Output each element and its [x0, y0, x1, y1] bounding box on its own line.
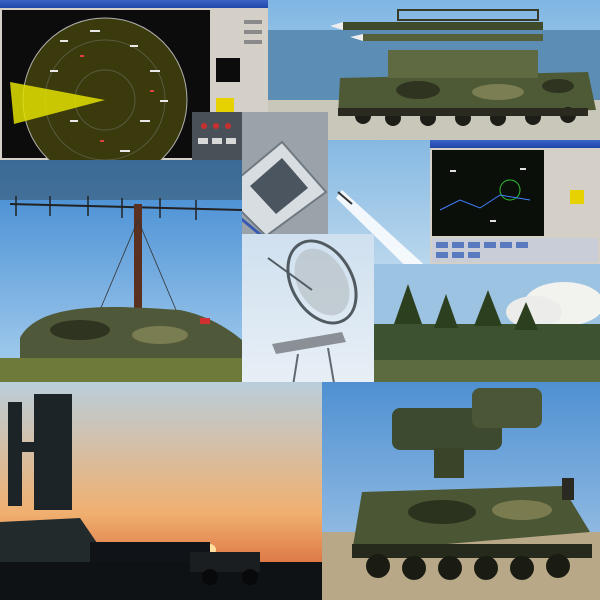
tracked-radar-vehicle: [322, 382, 600, 600]
antenna-array-field: [0, 160, 242, 382]
tactical-display-window: [430, 140, 600, 264]
forest-smoke-illustration: [374, 264, 600, 382]
window-titlebar: [0, 0, 268, 8]
forest-smoke: [374, 264, 600, 382]
sunset-radar-silhouette: [0, 382, 322, 600]
radar-vehicle-illustration: [322, 382, 600, 600]
antenna-field-illustration: [0, 160, 242, 382]
radar-collage: [0, 0, 600, 600]
tactical-display-illustration: [432, 150, 598, 262]
sunset-illustration: [0, 382, 322, 600]
window-titlebar: [430, 140, 600, 148]
